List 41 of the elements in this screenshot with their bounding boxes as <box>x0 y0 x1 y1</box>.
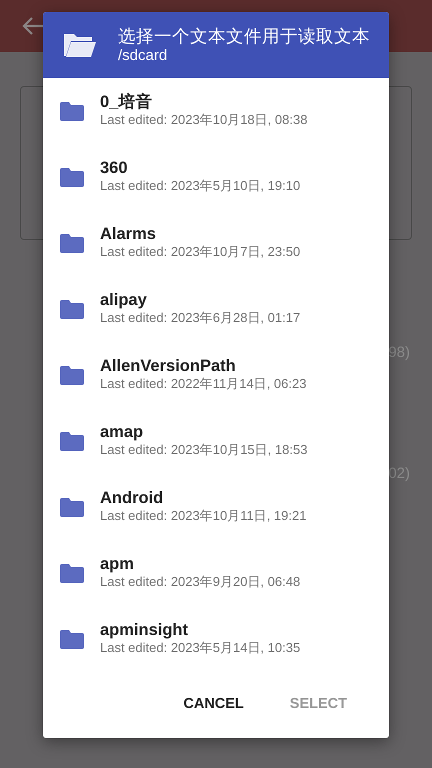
folder-row[interactable]: Alarms Last edited: 2023年10月7日, 23:50 <box>43 210 389 276</box>
last-edited-text: Last edited: 2023年10月15日, 18:53 <box>100 442 308 460</box>
folder-icon <box>60 234 84 252</box>
folder-row[interactable]: Android Last edited: 2023年10月11日, 19:21 <box>43 474 389 540</box>
folder-icon <box>60 102 84 120</box>
folder-row[interactable]: amap Last edited: 2023年10月15日, 18:53 <box>43 408 389 474</box>
folder-name: amap <box>100 422 144 442</box>
folder-name: 0_培音 <box>100 92 154 112</box>
folder-name: apminsight <box>100 620 190 640</box>
folder-icon <box>62 32 96 58</box>
folder-icon <box>60 366 84 384</box>
dialog-title: 选择一个文本文件用于读取文本 <box>118 26 370 46</box>
folder-row[interactable]: alipay Last edited: 2023年6月28日, 01:17 <box>43 276 389 342</box>
folder-icon <box>60 564 84 582</box>
last-edited-text: Last edited: 2023年5月14日, 10:35 <box>100 640 300 658</box>
folder-name: alipay <box>100 290 148 310</box>
last-edited-text: Last edited: 2023年10月7日, 23:50 <box>100 244 300 262</box>
folder-icon <box>60 498 84 516</box>
folder-row[interactable]: apm Last edited: 2023年9月20日, 06:48 <box>43 540 389 606</box>
folder-name: 360 <box>100 158 129 178</box>
last-edited-text: Last edited: 2023年10月18日, 08:38 <box>100 112 308 130</box>
back-arrow-icon[interactable] <box>22 17 44 35</box>
current-path: /sdcard <box>118 46 168 64</box>
folder-icon <box>60 432 84 450</box>
folder-row[interactable]: 0_培音 Last edited: 2023年10月18日, 08:38 <box>43 78 389 144</box>
folder-row[interactable]: AllenVersionPath Last edited: 2022年11月14日, 06:23 <box>43 342 389 408</box>
folder-name: Android <box>100 488 164 508</box>
last-edited-text: Last edited: 2023年6月28日, 01:17 <box>100 310 300 328</box>
folder-row[interactable]: 360 Last edited: 2023年5月10日, 19:10 <box>43 144 389 210</box>
folder-name: AllenVersionPath <box>100 356 237 376</box>
last-edited-text: Last edited: 2023年10月11日, 19:21 <box>100 508 306 526</box>
folder-name: Alarms <box>100 224 157 244</box>
folder-icon <box>60 300 84 318</box>
last-edited-text: Last edited: 2023年9月20日, 06:48 <box>100 574 300 592</box>
last-edited-text: Last edited: 2023年5月10日, 19:10 <box>100 178 300 196</box>
last-edited-text: Last edited: 2022年11月14日, 06:23 <box>100 376 306 394</box>
cancel-button[interactable]: CANCEL <box>175 690 252 720</box>
folder-row[interactable]: apminsight Last edited: 2023年5月14日, 10:35 <box>43 606 389 672</box>
folder-icon <box>60 630 84 648</box>
folder-name: apm <box>100 554 135 574</box>
folder-icon <box>60 168 84 186</box>
